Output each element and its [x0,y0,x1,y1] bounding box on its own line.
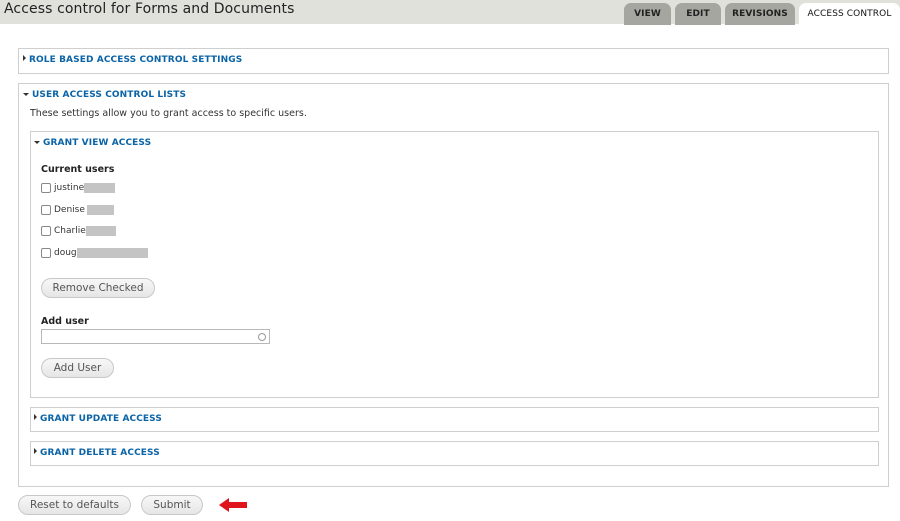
add-user-button[interactable]: Add User [41,358,114,378]
tab-bar: VIEW EDIT REVISIONS ACCESS CONTROL [0,3,900,25]
grant-view-legend-text: GRANT VIEW ACCESS [43,138,152,148]
user-name: Charlie [54,226,86,236]
user-item: Charlie [41,224,116,238]
reset-to-defaults-button[interactable]: Reset to defaults [18,495,131,515]
submit-button[interactable]: Submit [141,495,203,515]
user-name: Denise [54,205,85,215]
role-based-legend-text: ROLE BASED ACCESS CONTROL SETTINGS [29,55,243,65]
user-checkbox[interactable] [41,226,51,236]
grant-delete-legend[interactable]: GRANT DELETE ACCESS [34,448,160,458]
grant-delete-legend-text: GRANT DELETE ACCESS [40,448,160,458]
user-item: doug [41,246,148,260]
user-checkbox[interactable] [41,248,51,258]
user-acl-description: These settings allow you to grant access… [30,108,307,119]
grant-view-fieldset [30,131,879,398]
grant-update-legend[interactable]: GRANT UPDATE ACCESS [34,414,162,424]
redacted-text [76,248,148,258]
expanded-arrow-icon [23,93,29,96]
tab-view[interactable]: VIEW [624,3,671,25]
user-name: justine [54,183,85,193]
autocomplete-throbber-icon [258,333,266,341]
grant-update-legend-text: GRANT UPDATE ACCESS [40,414,162,424]
collapsed-arrow-icon [23,55,26,61]
redacted-text [84,183,116,193]
tab-edit[interactable]: EDIT [675,3,721,25]
user-item: Denise [41,203,114,217]
user-checkbox[interactable] [41,183,51,193]
collapsed-arrow-icon [34,448,37,454]
tab-revisions[interactable]: REVISIONS [725,3,795,25]
user-acl-legend-text: USER ACCESS CONTROL LISTS [32,90,187,100]
user-name: doug [54,248,77,258]
redacted-text [86,205,114,215]
tab-access-control[interactable]: ACCESS CONTROL [799,3,900,25]
annotation-arrow-icon [219,498,247,512]
redacted-text [85,226,116,236]
add-user-label: Add user [41,316,89,327]
user-checkbox[interactable] [41,205,51,215]
user-item: justine [41,181,116,195]
grant-view-legend[interactable]: GRANT VIEW ACCESS [34,138,151,148]
expanded-arrow-icon [34,141,40,144]
remove-checked-button[interactable]: Remove Checked [41,278,155,298]
user-acl-legend[interactable]: USER ACCESS CONTROL LISTS [23,90,186,100]
role-based-legend[interactable]: ROLE BASED ACCESS CONTROL SETTINGS [23,55,242,65]
add-user-input[interactable] [41,329,270,344]
current-users-label: Current users [41,164,115,175]
collapsed-arrow-icon [34,414,37,420]
